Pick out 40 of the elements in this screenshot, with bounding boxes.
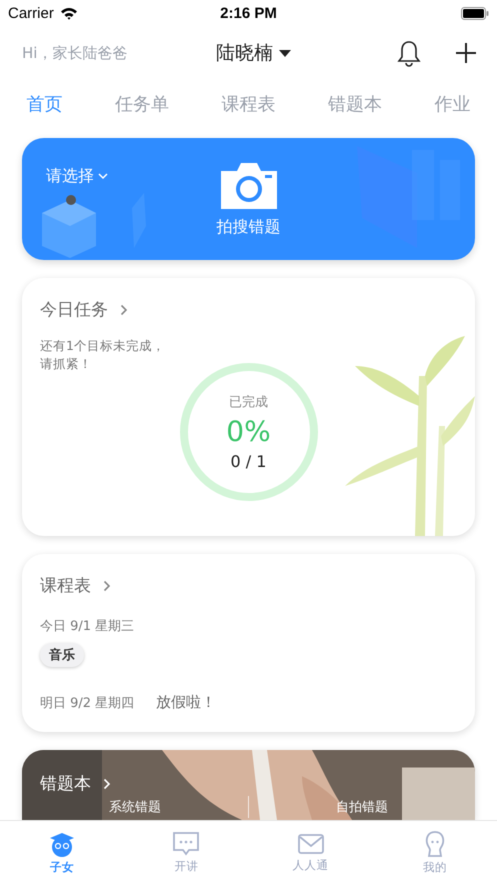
task-reminder-text: 还有1个目标未完成， xyxy=(40,338,165,353)
bottom-nav-item[interactable]: 子女 xyxy=(0,821,124,883)
task-count: 0 / 1 xyxy=(230,452,266,472)
course-tag: 音乐 xyxy=(40,643,84,667)
chevron-right-icon xyxy=(103,580,111,592)
clock-time: 2:16 PM xyxy=(220,4,277,22)
nav-tab[interactable]: 作业 xyxy=(428,88,477,120)
nav-tab[interactable]: 错题本 xyxy=(322,88,388,120)
bottom-nav-item[interactable]: 开讲 xyxy=(124,821,248,883)
chevron-right-icon xyxy=(120,304,128,316)
dropdown-caret-icon xyxy=(279,50,291,56)
today-tasks-link[interactable]: 今日任务 xyxy=(40,298,128,321)
task-reminder-text: 请抓紧！ xyxy=(40,356,92,372)
notification-bell-icon[interactable] xyxy=(397,40,421,66)
nav-tab[interactable]: 课程表 xyxy=(215,88,282,120)
mistake-book-link[interactable]: 错题本 xyxy=(40,772,111,795)
add-icon[interactable] xyxy=(455,42,477,64)
child-selector[interactable]: 陆晓楠 xyxy=(216,40,291,66)
bottom-nav-item[interactable]: 人人通 xyxy=(248,821,373,883)
completed-label: 已完成 xyxy=(229,394,268,412)
completion-percent: 0% xyxy=(226,415,271,448)
greeting-text: Hi，家长陆爸爸 xyxy=(22,44,128,62)
carrier-name: Carrier xyxy=(8,4,54,22)
battery-icon xyxy=(461,6,490,20)
tomorrow-date: 明日 9/2 星期四 xyxy=(40,694,134,712)
today-date: 今日 9/1 星期三 xyxy=(40,618,134,635)
mistake-category-link[interactable]: 系统错题 xyxy=(99,798,171,816)
chevron-right-icon xyxy=(103,778,111,790)
mail-icon xyxy=(296,832,325,856)
child-filter-dropdown[interactable]: 请选择 xyxy=(46,166,108,187)
nav-tab[interactable]: 任务单 xyxy=(108,88,175,120)
nav-tab[interactable]: 首页 xyxy=(20,88,68,120)
schedule-link[interactable]: 课程表 xyxy=(40,574,111,597)
bottom-nav-item[interactable]: 我的 xyxy=(372,821,497,883)
wifi-icon xyxy=(60,6,78,20)
holiday-note: 放假啦！ xyxy=(156,693,216,712)
photo-search-button[interactable]: 拍搜错题 xyxy=(216,160,280,238)
camera-icon xyxy=(218,160,278,210)
chevron-down-icon xyxy=(98,173,108,180)
chat-bubble-icon xyxy=(172,830,200,856)
